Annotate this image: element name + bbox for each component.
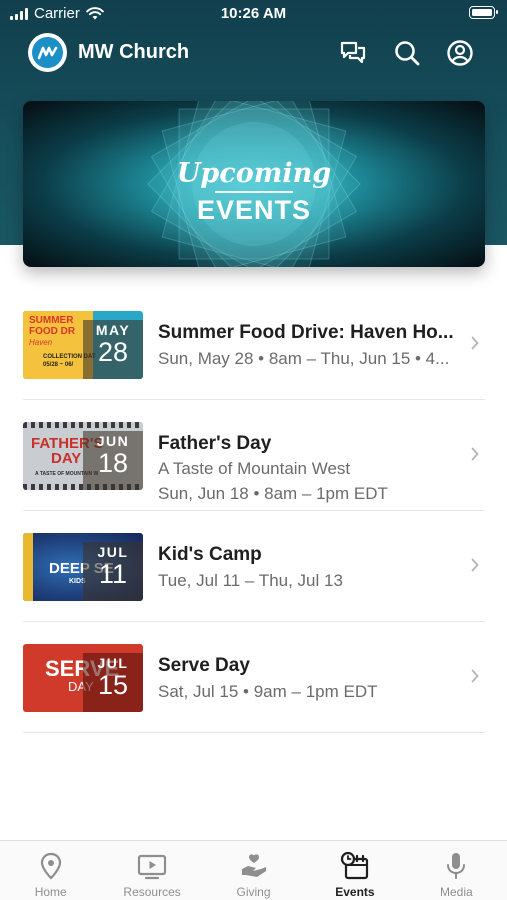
event-row-fathers-day[interactable]: FATHER'S DAY A TASTE OF MOUNTAIN W JUN 1…: [23, 400, 485, 511]
tab-label: Home: [34, 885, 67, 899]
search-icon[interactable]: [392, 38, 422, 68]
status-time: 10:26 AM: [220, 5, 287, 22]
tab-label: Media: [439, 885, 473, 899]
event-day: 11: [98, 559, 128, 589]
event-day: 18: [97, 448, 129, 478]
banner-divider: [215, 191, 293, 193]
event-date-badge: JUN 18: [83, 431, 143, 490]
tab-media[interactable]: Media: [406, 841, 507, 900]
event-thumbnail: DEEP SE KIDS JUL 11: [23, 533, 143, 601]
event-thumbnail: FATHER'S DAY A TASTE OF MOUNTAIN W JUN 1…: [23, 422, 143, 490]
thumb-text: FOOD DR: [29, 326, 76, 337]
event-row-serve-day[interactable]: SERVE DAY JUL 15 Serve Day Sat, Jul 15 •…: [23, 622, 485, 733]
event-month: JUL: [97, 655, 129, 671]
bottom-tab-bar: Home Resources Giving Events Media: [0, 840, 507, 900]
event-row-kids-camp[interactable]: DEEP SE KIDS JUL 11 Kid's Camp Tue, Jul …: [23, 511, 485, 622]
event-date-badge: MAY 28: [83, 320, 143, 379]
event-title: Kid's Camp: [158, 544, 262, 565]
app-title: MW Church: [78, 41, 190, 63]
event-datetime: Tue, Jul 11 – Thu, Jul 13: [158, 571, 343, 590]
thumb-text: SUMMER: [29, 315, 74, 326]
chevron-right-icon: [471, 447, 479, 461]
events-list: SUMMER FOOD DR Haven COLLECTION DAT 05/2…: [23, 289, 485, 733]
tab-home[interactable]: Home: [0, 841, 101, 900]
event-date-badge: JUL 15: [83, 653, 143, 712]
event-title: Father's Day: [158, 433, 272, 454]
giving-hand-heart-icon: [241, 854, 266, 877]
status-bar: Carrier 10:26 AM: [0, 0, 507, 28]
event-day: 15: [97, 670, 129, 700]
event-subtitle: A Taste of Mountain West: [158, 459, 351, 478]
event-datetime: Sun, Jun 18 • 8am – 1pm EDT: [158, 484, 388, 503]
event-title: Serve Day: [158, 655, 250, 676]
event-row-summer-food-drive[interactable]: SUMMER FOOD DR Haven COLLECTION DAT 05/2…: [23, 289, 485, 400]
app-bar: MW Church: [0, 30, 507, 78]
event-thumbnail: SERVE DAY JUL 15: [23, 644, 143, 712]
event-month: JUN: [96, 433, 130, 449]
tab-label: Events: [335, 885, 375, 899]
tab-events[interactable]: Events: [304, 841, 405, 900]
banner-title-upcoming: Upcoming: [176, 158, 332, 189]
event-month: JUL: [97, 544, 129, 560]
logo-mark-icon: [32, 37, 63, 68]
tab-resources[interactable]: Resources: [101, 841, 202, 900]
tab-giving[interactable]: Giving: [203, 841, 304, 900]
battery-icon: [469, 6, 498, 19]
chevron-right-icon: [471, 669, 479, 683]
profile-icon[interactable]: [445, 38, 475, 68]
event-thumbnail: SUMMER FOOD DR Haven COLLECTION DAT 05/2…: [23, 311, 143, 379]
event-month: MAY: [95, 322, 131, 338]
event-datetime: Sat, Jul 15 • 9am – 1pm EDT: [158, 682, 378, 701]
chevron-right-icon: [471, 336, 479, 350]
event-title: Summer Food Drive: Haven Ho...: [158, 322, 454, 343]
thumb-text: Haven: [29, 338, 53, 347]
location-pin-icon: [40, 852, 61, 880]
thumb-text: DAY: [51, 450, 82, 467]
event-day: 28: [97, 337, 129, 367]
event-datetime: Sun, May 28 • 8am – Thu, Jun 15 • 4...: [158, 349, 450, 368]
upcoming-events-banner[interactable]: Upcoming EVENTS: [23, 101, 485, 267]
church-logo[interactable]: [28, 33, 67, 72]
banner-title-events: EVENTS: [196, 195, 312, 225]
calendar-clock-icon: [340, 851, 369, 880]
chat-icon[interactable]: [338, 38, 368, 68]
microphone-icon: [447, 853, 466, 879]
chevron-right-icon: [471, 558, 479, 572]
tv-play-icon: [138, 854, 167, 880]
tab-label: Giving: [236, 885, 271, 899]
thumb-text: 05/28 ~ 06/: [43, 362, 74, 368]
tab-label: Resources: [123, 885, 181, 899]
event-date-badge: JUL 11: [83, 542, 143, 601]
